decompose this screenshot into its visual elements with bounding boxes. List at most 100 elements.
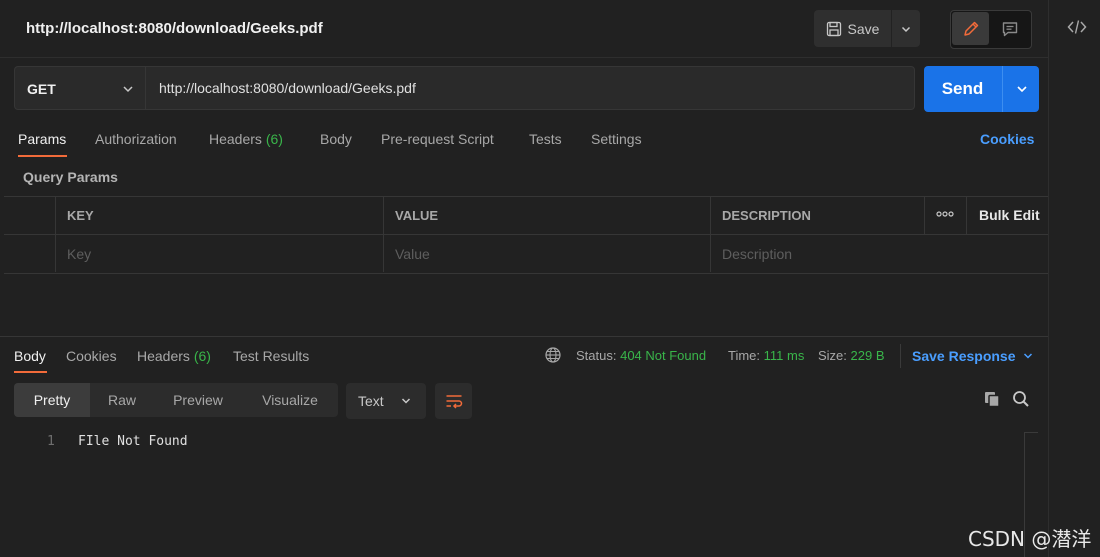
tab-label: Cookies	[66, 348, 117, 364]
save-response-button[interactable]: Save Response	[912, 348, 1016, 364]
tab-label: Body	[320, 131, 352, 147]
globe-icon[interactable]	[544, 346, 562, 364]
request-title[interactable]: http://localhost:8080/download/Geeks.pdf	[26, 20, 323, 37]
more-options-button[interactable]	[924, 197, 966, 234]
main-pane: http://localhost:8080/download/Geeks.pdf…	[0, 0, 1048, 557]
tab-label: Body	[14, 348, 46, 364]
response-body-editor[interactable]: 1 FIle Not Found	[0, 430, 1048, 557]
active-response-tab-indicator	[14, 371, 47, 373]
time-value: 111 ms	[763, 348, 805, 363]
search-icon[interactable]	[1012, 390, 1030, 408]
chevron-down-icon	[123, 86, 133, 93]
method-label: GET	[27, 81, 56, 97]
column-label: KEY	[67, 208, 94, 223]
line-number: 1	[47, 434, 55, 449]
pencil-icon	[963, 21, 978, 36]
value-cell[interactable]: Value	[383, 235, 710, 272]
save-icon	[826, 21, 841, 36]
bulk-edit-button[interactable]: Bulk Edit	[966, 197, 1048, 234]
tab-pre-request-script[interactable]: Pre-request Script	[381, 131, 494, 147]
size-label: Size:	[818, 348, 847, 363]
description-cell[interactable]: Description	[710, 235, 1048, 272]
description-placeholder: Description	[722, 246, 793, 262]
tab-headers[interactable]: Headers (6)	[209, 131, 283, 147]
url-input[interactable]	[146, 66, 915, 110]
description-column-header: DESCRIPTION	[710, 197, 924, 234]
key-placeholder: Key	[67, 246, 92, 262]
code-icon[interactable]	[1066, 16, 1088, 38]
query-params-title: Query Params	[23, 169, 118, 185]
view-mode-group: Pretty Raw Preview Visualize	[14, 383, 338, 417]
tab-label: Test Results	[233, 348, 310, 364]
format-label: Text	[358, 393, 384, 409]
tab-label: Params	[18, 131, 67, 147]
view-raw-button[interactable]: Raw	[90, 383, 154, 417]
tab-label: Headers	[209, 131, 262, 147]
table-header-row: KEY VALUE DESCRIPTION Bulk Edit	[4, 197, 1048, 235]
response-status[interactable]: Status: 404 Not Found	[576, 348, 706, 363]
query-params-table: KEY VALUE DESCRIPTION Bulk Edit Key Valu…	[4, 196, 1048, 274]
save-button[interactable]: Save	[814, 10, 891, 47]
wrap-lines-icon	[446, 395, 462, 409]
chevron-down-icon	[901, 26, 911, 32]
headers-count: (6)	[193, 348, 211, 364]
watermark: CSDN @潜洋	[968, 527, 1092, 551]
checkbox-column-header	[4, 197, 55, 234]
tab-label: Settings	[591, 131, 642, 147]
headers-count: (6)	[265, 131, 283, 147]
code-line: FIle Not Found	[78, 434, 188, 449]
column-label: DESCRIPTION	[722, 208, 811, 223]
wrap-lines-button[interactable]	[435, 383, 472, 419]
tab-body[interactable]: Body	[320, 131, 352, 147]
response-tab-cookies[interactable]: Cookies	[66, 348, 117, 364]
active-tab-indicator	[18, 155, 67, 157]
save-label: Save	[847, 20, 880, 37]
tab-settings[interactable]: Settings	[591, 131, 642, 147]
response-time[interactable]: Time: 111 ms	[728, 348, 804, 363]
copy-icon[interactable]	[983, 390, 1001, 408]
view-visualize-button[interactable]: Visualize	[242, 383, 338, 417]
time-label: Time:	[728, 348, 761, 363]
response-tab-headers[interactable]: Headers (6)	[137, 348, 211, 364]
chevron-down-icon	[1016, 86, 1027, 93]
response-divider[interactable]	[0, 336, 1048, 337]
view-pretty-button[interactable]: Pretty	[14, 383, 90, 417]
format-select[interactable]: Text	[346, 383, 426, 419]
tab-tests[interactable]: Tests	[529, 131, 562, 147]
key-column-header: KEY	[55, 197, 383, 234]
status-label: Status:	[576, 348, 617, 363]
save-group: Save	[814, 10, 920, 47]
comment-mode-button[interactable]	[990, 11, 1030, 46]
method-select[interactable]: GET	[14, 66, 146, 110]
tab-label: Tests	[529, 131, 562, 147]
key-cell[interactable]: Key	[55, 235, 383, 272]
send-button-group: Send	[924, 66, 1039, 112]
request-tabs: Params Authorization Headers (6) Body Pr…	[0, 128, 1048, 160]
value-placeholder: Value	[395, 246, 430, 262]
tab-authorization[interactable]: Authorization	[95, 131, 177, 147]
chevron-down-icon	[401, 398, 411, 404]
tab-label: Headers	[137, 348, 190, 364]
cookies-link[interactable]: Cookies	[980, 131, 1034, 147]
send-dropdown-button[interactable]	[1002, 66, 1040, 112]
edit-mode-button[interactable]	[952, 12, 989, 45]
comment-icon	[1002, 21, 1018, 36]
meta-divider	[900, 344, 901, 368]
row-checkbox-cell	[4, 235, 55, 272]
response-tab-body[interactable]: Body	[14, 348, 46, 364]
table-row: Key Value Description	[4, 235, 1048, 272]
status-value: 404 Not Found	[620, 348, 707, 363]
column-label: VALUE	[395, 208, 439, 223]
tab-params[interactable]: Params	[18, 131, 66, 147]
tab-label: Authorization	[95, 131, 177, 147]
view-preview-button[interactable]: Preview	[154, 383, 242, 417]
bulk-edit-label: Bulk Edit	[979, 207, 1040, 223]
chevron-down-icon[interactable]	[1022, 350, 1034, 362]
response-size[interactable]: Size: 229 B	[818, 348, 885, 363]
response-tab-test-results[interactable]: Test Results	[233, 348, 309, 364]
size-value: 229 B	[850, 348, 885, 363]
save-dropdown-button[interactable]	[891, 10, 920, 47]
more-dots-icon	[936, 211, 954, 217]
send-button[interactable]: Send	[924, 66, 1001, 112]
tab-label: Pre-request Script	[381, 131, 494, 147]
